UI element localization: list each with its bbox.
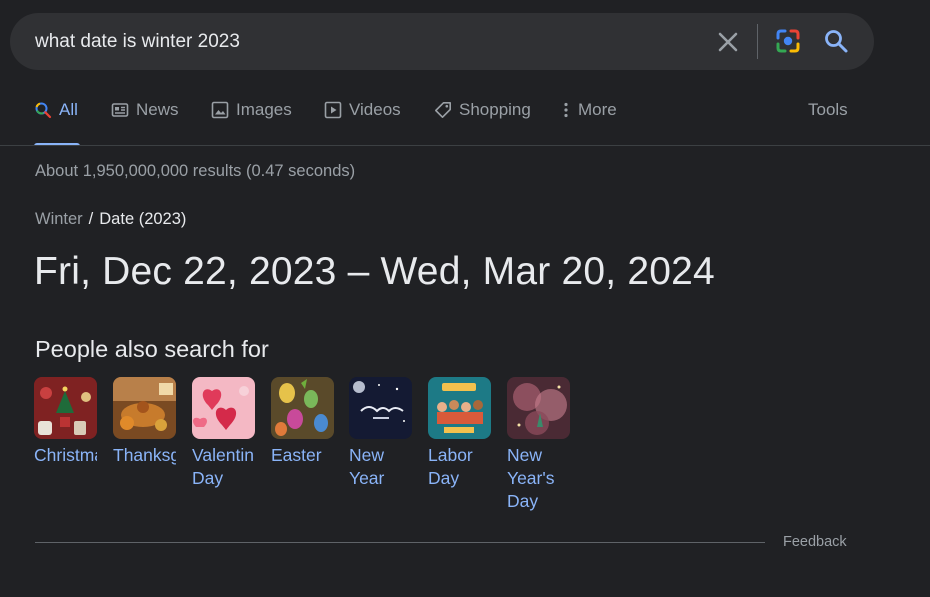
thanksgiving-thumbnail — [113, 377, 176, 439]
image-icon — [211, 101, 229, 119]
tab-label: All — [59, 100, 78, 119]
camera-lens-icon — [776, 29, 800, 53]
breadcrumb: Winter / Date (2023) — [35, 210, 186, 229]
answer-box: Fri, Dec 22, 2023 – Wed, Mar 20, 2024 — [34, 250, 715, 293]
tab-all[interactable]: All — [34, 100, 78, 146]
tab-more[interactable]: More — [561, 100, 617, 146]
tab-news[interactable]: News — [111, 100, 179, 146]
more-vertical-icon — [564, 102, 568, 118]
tab-shopping[interactable]: Shopping — [434, 100, 531, 146]
pasf-item-easter[interactable]: Easter — [271, 377, 335, 467]
search-input[interactable] — [35, 29, 675, 55]
breadcrumb-parent[interactable]: Winter — [35, 210, 83, 228]
tools-button[interactable]: Tools — [808, 100, 848, 146]
pasf-label: Christmas Day — [34, 445, 97, 465]
tab-label: Videos — [349, 100, 401, 119]
new-year-thumbnail — [349, 377, 412, 439]
pasf-item-thanksgiving[interactable]: Thanksgiving — [113, 377, 177, 467]
tab-images[interactable]: Images — [211, 100, 292, 146]
tabs-divider — [0, 145, 930, 146]
valentine-thumbnail — [192, 377, 255, 439]
tag-icon — [435, 102, 451, 118]
breadcrumb-current: Date (2023) — [99, 210, 187, 228]
search-submit-button[interactable] — [822, 27, 850, 55]
tab-label: News — [136, 100, 179, 119]
search-tabs: All News Images Videos Shopping More Too… — [0, 100, 930, 146]
christmas-thumbnail — [34, 377, 97, 439]
search-bar-divider — [757, 24, 758, 59]
pasf-label: Thanksgiving — [113, 445, 176, 465]
breadcrumb-separator: / — [88, 210, 94, 228]
google-lens-button[interactable] — [774, 27, 802, 55]
search-bar — [10, 13, 874, 70]
video-icon — [324, 101, 342, 119]
pasf-label: Easter — [271, 445, 322, 465]
search-icon — [35, 102, 52, 119]
news-icon — [111, 103, 129, 117]
search-icon — [825, 30, 848, 53]
people-also-search-title: People also search for — [35, 336, 269, 362]
result-stats: About 1,950,000,000 results (0.47 second… — [35, 162, 356, 180]
footer-divider — [35, 542, 765, 543]
feedback-link[interactable]: Feedback — [783, 534, 847, 550]
tab-label: Shopping — [459, 100, 531, 119]
tab-label: Images — [236, 100, 292, 119]
labor-day-thumbnail — [428, 377, 491, 439]
new-years-day-thumbnail — [507, 377, 570, 439]
pasf-item-christmas[interactable]: Christmas Day — [34, 377, 98, 467]
easter-thumbnail — [271, 377, 334, 439]
clear-search-button[interactable] — [715, 29, 741, 55]
tools-label: Tools — [808, 100, 848, 119]
tab-label: More — [578, 100, 617, 119]
pasf-label: New Year — [349, 445, 385, 488]
pasf-item-new-years-day[interactable]: New Year's Day — [507, 377, 571, 513]
pasf-item-valentine[interactable]: Valentin Day — [192, 377, 256, 490]
pasf-item-new-year[interactable]: New Year — [349, 377, 413, 490]
search-results-page: All News Images Videos — [0, 0, 930, 597]
people-also-search-list: Christmas Day Thanksgiving — [34, 377, 594, 517]
pasf-item-labor-day[interactable]: Labor Day — [428, 377, 492, 490]
tab-videos[interactable]: Videos — [324, 100, 401, 146]
pasf-label: Valentin Day — [192, 445, 254, 488]
pasf-label: Labor Day — [428, 445, 473, 488]
pasf-label: New Year's Day — [507, 445, 555, 511]
close-icon — [718, 32, 738, 52]
